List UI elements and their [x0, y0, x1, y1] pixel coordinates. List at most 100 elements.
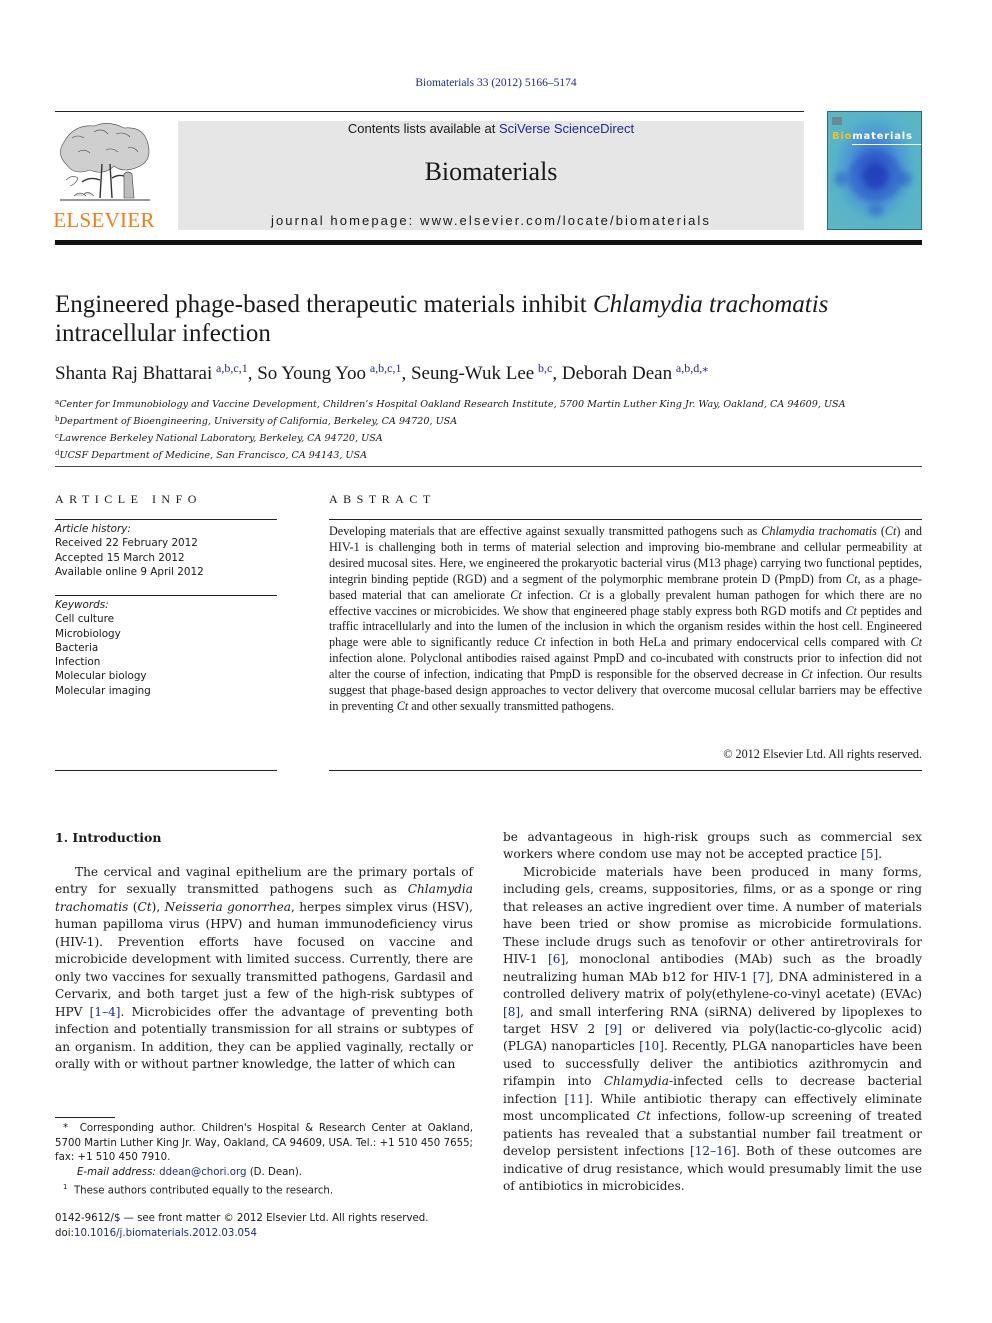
citation-link[interactable]: [1–4]: [90, 1005, 121, 1019]
keyword: Molecular biology: [55, 670, 147, 683]
italic-term: Neisseria gonorrhea: [164, 899, 291, 914]
contents-prefix: Contents lists available at: [347, 121, 499, 136]
text-run: infection in both HeLa and primary endoc…: [545, 635, 911, 650]
author-affiliation-marks[interactable]: a,b,d,⁎: [676, 361, 708, 375]
text-run: Microbicide materials have been produced…: [503, 864, 922, 967]
body-paragraph: Microbicide materials have been produced…: [503, 864, 922, 1196]
affiliation: cLawrence Berkeley National Laboratory, …: [55, 432, 383, 444]
author-name[interactable]: So Young Yoo: [257, 363, 366, 384]
italic-term: Ct: [910, 635, 922, 650]
italic-term: Ct: [137, 899, 152, 914]
elsevier-wordmark: ELSEVIER: [53, 208, 155, 232]
body-paragraph: be advantageous in high-risk groups such…: [503, 829, 922, 864]
front-matter: 0142-9612/$ — see front matter © 2012 El…: [55, 1212, 555, 1241]
article-info-heading: ARTICLE INFO: [55, 492, 202, 506]
citation-link[interactable]: [9]: [605, 1022, 622, 1036]
email-link[interactable]: ddean@chori.org: [159, 1167, 246, 1178]
article-info-rule: [55, 519, 277, 520]
affiliation: dUCSF Department of Medicine, San Franci…: [55, 449, 367, 461]
author-affiliation-marks[interactable]: a,b,c,1: [216, 361, 248, 375]
italic-term: Chlamydia: [603, 1074, 669, 1089]
citation-link[interactable]: [7]: [753, 970, 770, 984]
italic-term: Ct: [510, 587, 522, 602]
keywords: Keywords: Cell culture Microbiology Bact…: [55, 598, 277, 698]
citation-link[interactable]: [5]: [861, 847, 878, 861]
italic-term: Ct: [845, 603, 857, 618]
body-paragraph: The cervical and vaginal epithelium are …: [55, 864, 473, 1073]
equal-contribution-note: 1 These authors contributed equally to t…: [63, 1183, 334, 1197]
affiliation: aCenter for Immunobiology and Vaccine De…: [55, 398, 846, 410]
header-thick-rule: [55, 240, 922, 245]
citation-link[interactable]: [12–16]: [690, 1144, 736, 1158]
author-separator: ,: [247, 363, 258, 384]
article-title: Engineered phage-based therapeutic mater…: [55, 291, 829, 347]
italic-term: Ct: [846, 571, 858, 586]
author-separator: ,: [552, 363, 562, 384]
title-rule: [55, 466, 922, 467]
elsevier-tree-icon: [60, 123, 150, 201]
italic-term: Ct: [884, 524, 897, 538]
citation-link[interactable]: [10]: [639, 1039, 664, 1053]
article-history-label: Article history:: [55, 523, 131, 535]
text-run: , herpes simplex virus (HSV), human papi…: [55, 899, 473, 1019]
text-run: infection.: [521, 587, 579, 602]
journal-banner: Contents lists available at SciVerse Sci…: [178, 121, 804, 230]
keyword: Molecular imaging: [55, 684, 151, 697]
keywords-label: Keywords:: [55, 599, 109, 611]
italic-term: Ct: [533, 635, 546, 650]
affiliations: aCenter for Immunobiology and Vaccine De…: [55, 395, 935, 463]
author-name[interactable]: Deborah Dean: [562, 363, 672, 384]
article-info-bottom-rule: [55, 770, 277, 771]
history-accepted: Accepted 15 March 2012: [55, 551, 185, 564]
text-run: Developing materials that are effective …: [329, 524, 762, 538]
journal-cover-image[interactable]: Biomaterials: [827, 111, 922, 230]
journal-reference-link[interactable]: Biomaterials 33 (2012) 5166–5174: [0, 77, 992, 89]
history-received: Received 22 February 2012: [55, 537, 198, 550]
abstract-heading: ABSTRACT: [329, 492, 436, 506]
contents-line: Contents lists available at SciVerse Sci…: [178, 121, 804, 136]
header-rule: [55, 111, 804, 112]
keyword: Cell culture: [55, 613, 115, 626]
text-run: and other sexually transmitted pathogens…: [408, 698, 615, 713]
cover-title-rule: [852, 144, 921, 145]
section-heading-introduction: 1. Introduction: [55, 830, 162, 845]
journal-name: Biomaterials: [424, 157, 558, 186]
email-note: E-mail address: ddean@chori.org (D. Dean…: [77, 1166, 303, 1178]
abstract-rule: [329, 519, 922, 520]
abstract-bottom-rule: [329, 770, 922, 771]
italic-term: Ct: [396, 698, 409, 713]
abstract-text: Developing materials that are effective …: [329, 524, 922, 715]
affiliation: bDepartment of Bioengineering, Universit…: [55, 415, 458, 427]
citation-link[interactable]: [11]: [565, 1092, 590, 1106]
author-name[interactable]: Seung-Wuk Lee: [411, 363, 534, 384]
sciencedirect-link[interactable]: SciVerse ScienceDirect: [499, 121, 634, 136]
author-affiliation-marks[interactable]: a,b,c,1: [370, 361, 402, 375]
abstract-copyright: © 2012 Elsevier Ltd. All rights reserved…: [723, 747, 922, 761]
author-separator: ,: [401, 363, 411, 384]
keywords-rule: [55, 595, 277, 596]
text-run: ),: [151, 899, 165, 914]
corresponding-author-note: * Corresponding author. Children's Hospi…: [55, 1123, 473, 1163]
journal-homepage-link[interactable]: journal homepage: www.elsevier.com/locat…: [178, 213, 804, 228]
history-online: Available online 9 April 2012: [55, 565, 204, 578]
cover-publisher-icon: [832, 117, 842, 125]
italic-term: Ct: [801, 667, 813, 682]
citation-link[interactable]: [6]: [548, 952, 565, 966]
elsevier-logo[interactable]: ELSEVIER: [52, 120, 156, 232]
text-run: be advantageous in high-risk groups such…: [503, 830, 922, 862]
text-run: (: [128, 899, 138, 914]
cover-title: Biomaterials: [832, 131, 913, 142]
author-name[interactable]: Shanta Raj Bhattarai: [55, 363, 212, 384]
italic-term: Chlamydia trachomatis: [761, 524, 877, 538]
body-column-left: The cervical and vaginal epithelium are …: [55, 864, 473, 1073]
author-list: Shanta Raj Bhattarai a,b,c,1, So Young Y…: [55, 361, 935, 385]
keyword: Bacteria: [55, 641, 99, 654]
author-affiliation-marks[interactable]: b,c: [538, 361, 552, 375]
doi-link[interactable]: 10.1016/j.biomaterials.2012.03.054: [74, 1228, 257, 1239]
article-history: Article history: Received 22 February 20…: [55, 522, 277, 579]
italic-term: Ct: [578, 587, 591, 602]
keyword: Infection: [55, 656, 101, 669]
text-run: (: [876, 524, 885, 538]
body-column-right: be advantageous in high-risk groups such…: [503, 829, 922, 1196]
citation-link[interactable]: [8]: [503, 1005, 520, 1019]
